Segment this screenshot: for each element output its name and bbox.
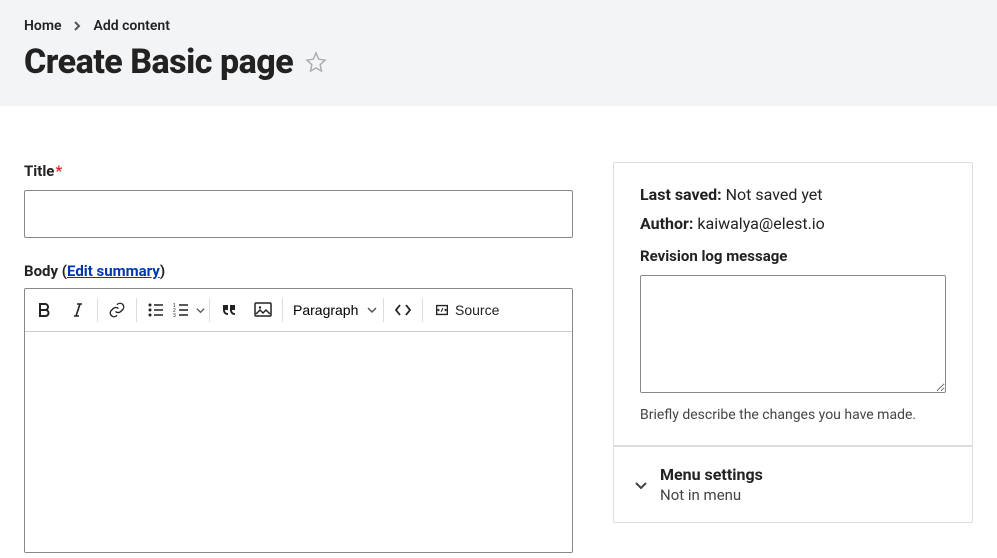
menu-settings-title: Menu settings (660, 465, 763, 484)
favorite-star-icon[interactable] (305, 51, 327, 73)
menu-settings-subtitle: Not in menu (660, 486, 763, 504)
link-button[interactable] (100, 293, 134, 327)
revision-log-help: Briefly describe the changes you have ma… (640, 407, 946, 423)
breadcrumb: Home Add content (24, 18, 973, 34)
heading-select[interactable]: Paragraph (285, 296, 381, 324)
required-marker: * (55, 162, 62, 180)
page-title: Create Basic page (24, 42, 293, 82)
bullet-list-button[interactable] (139, 293, 173, 327)
toolbar-separator (97, 298, 98, 322)
bold-button[interactable] (27, 293, 61, 327)
body-editor-area[interactable] (25, 332, 572, 552)
toolbar-separator (209, 298, 210, 322)
image-button[interactable] (246, 293, 280, 327)
chevron-down-icon (196, 306, 205, 315)
revision-log-textarea[interactable] (640, 275, 946, 393)
breadcrumb-home-link[interactable]: Home (24, 18, 62, 34)
body-label: Body (Edit summary) (24, 262, 573, 280)
editor-toolbar: 123 Paragraph (25, 289, 572, 332)
chevron-right-icon (74, 21, 82, 31)
chevron-down-icon (634, 478, 648, 492)
last-saved-line: Last saved: Not saved yet (640, 185, 946, 204)
svg-text:3: 3 (173, 313, 176, 317)
italic-button[interactable] (61, 293, 95, 327)
numbered-list-button[interactable]: 123 (173, 293, 207, 327)
title-label: Title* (24, 162, 573, 180)
body-editor: 123 Paragraph (24, 288, 573, 553)
breadcrumb-add-content-link[interactable]: Add content (94, 18, 170, 34)
edit-summary-link[interactable]: Edit summary (67, 262, 160, 280)
toolbar-separator (422, 298, 423, 322)
toolbar-separator (136, 298, 137, 322)
code-button[interactable] (386, 293, 420, 327)
revision-log-label: Revision log message (640, 247, 946, 265)
toolbar-separator (282, 298, 283, 322)
blockquote-button[interactable] (212, 293, 246, 327)
author-line: Author: kaiwalya@elest.io (640, 214, 946, 233)
menu-settings-accordion[interactable]: Menu settings Not in menu (614, 446, 972, 522)
sidebar-panel: Last saved: Not saved yet Author: kaiwal… (613, 162, 973, 523)
source-button[interactable]: Source (425, 296, 507, 324)
title-input[interactable] (24, 190, 573, 238)
toolbar-separator (383, 298, 384, 322)
